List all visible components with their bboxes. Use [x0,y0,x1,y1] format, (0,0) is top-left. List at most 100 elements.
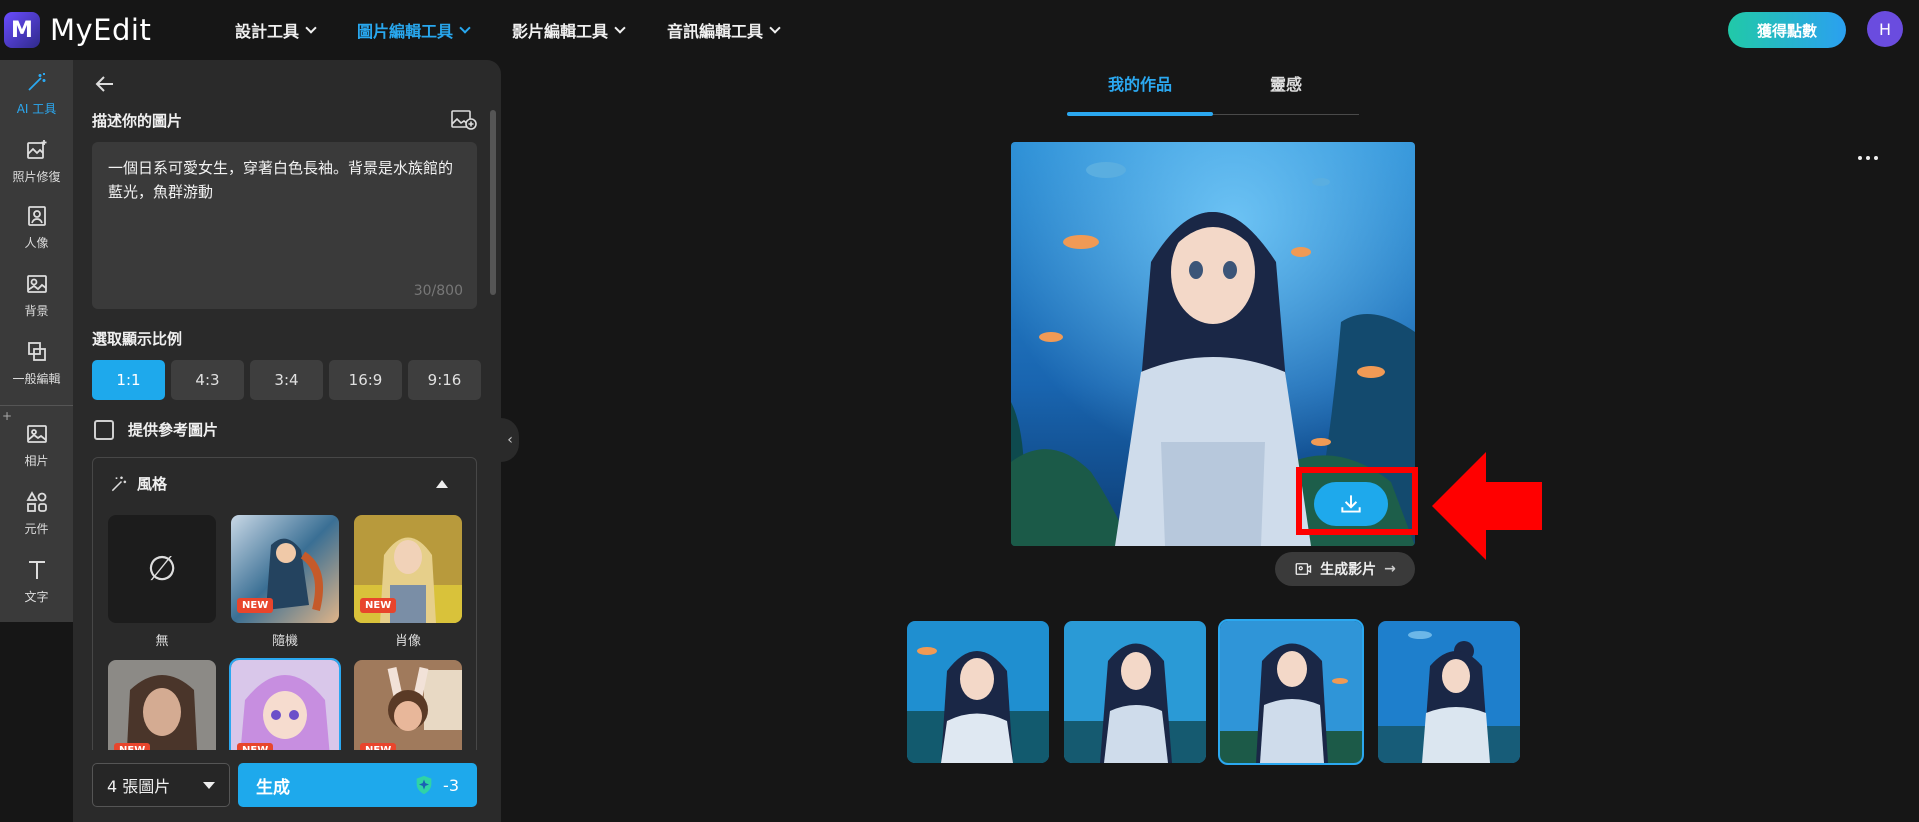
nav-label: 影片編輯工具 [512,22,609,41]
nav-image-tools[interactable]: 圖片編輯工具 [357,18,471,42]
style-label-portrait: 肖像 [394,634,421,649]
chevron-down-icon [769,22,781,34]
thumbnail-image [1378,621,1520,763]
text-icon [28,560,45,579]
nav-video-tools[interactable]: 影片編輯工具 [512,18,626,42]
new-badge: NEW [237,598,274,613]
credit-shield-icon [416,775,432,795]
generate-bar: 4 張圖片 生成 -3 [73,750,501,822]
rail-item-text[interactable]: 文字 [0,548,73,614]
prompt-text: 一個日系可愛女生，穿著白色長袖。背景是水族館的藍光，魚群游動 [108,159,454,201]
photo-icon [26,424,47,443]
style-title: 風格 [137,475,168,493]
rail-label: 一般編輯 [12,371,61,386]
generate-video-button[interactable]: 生成影片 → [1275,552,1415,586]
nav-label: 設計工具 [235,22,300,41]
reference-image-checkbox[interactable] [94,419,114,440]
chevron-down-icon [459,22,471,34]
panel-scrollbar[interactable] [490,110,496,295]
rail-label: 相片 [24,453,49,468]
rail-item-photo-repair[interactable]: 照片修復 [0,128,73,194]
back-arrow-icon[interactable] [93,72,117,96]
thumbnail-image [907,621,1049,763]
thumbnail-image [1220,621,1362,763]
aspect-ratio-group: 1:1 4:3 3:4 16:9 9:16 [92,360,481,400]
style-label-random: 隨機 [271,634,298,649]
nav-audio-tools[interactable]: 音訊編輯工具 [667,18,781,42]
rail-label: AI 工具 [16,101,57,116]
app-name: MyEdit [50,13,152,47]
style-card-none[interactable]: ∅ [108,515,216,623]
character-count: 30/800 [413,283,463,299]
tab-inspiration[interactable]: 靈感 [1213,71,1359,95]
user-avatar[interactable]: H [1867,11,1903,47]
new-badge: NEW [360,598,397,613]
nav-label: 圖片編輯工具 [357,22,454,41]
rail-divider [0,405,73,406]
video-image-icon [1295,563,1312,575]
result-tabs: 我的作品 靈感 [1067,71,1359,116]
crop-icon [27,341,46,361]
collapse-caret-icon[interactable] [436,480,448,488]
result-thumbnail-1[interactable] [907,621,1049,763]
chevron-left-icon: ‹ [507,432,513,448]
arrow-right-icon: → [1384,561,1396,577]
image-upload-icon[interactable] [451,109,477,131]
generate-button[interactable]: 生成 -3 [238,763,477,807]
get-points-button[interactable]: 獲得點數 [1728,12,1846,48]
ratio-3-4-button[interactable]: 3:4 [250,360,323,400]
image-count-select[interactable]: 4 張圖片 [92,763,230,807]
rail-item-ai-tools[interactable]: AI 工具 [0,60,73,126]
ratio-1-1-button[interactable]: 1:1 [92,360,165,400]
style-label-none: 無 [155,634,169,649]
nav-label: 音訊編輯工具 [667,22,764,41]
magic-wand-icon [27,72,45,91]
rail-item-background[interactable]: 背景 [0,262,73,328]
photo-repair-icon [26,139,46,159]
result-thumbnail-2[interactable] [1064,621,1206,763]
ratio-title: 選取顯示比例 [92,330,183,348]
red-arrow-annotation [1432,452,1542,560]
tool-category-rail: AI 工具 照片修復 人像 背景 一般編輯 + 相片 元件 文字 [0,60,73,622]
image-count-value: 4 張圖片 [107,777,171,796]
credit-cost-value: -3 [443,775,459,795]
rail-label: 照片修復 [12,169,61,184]
tab-my-works[interactable]: 我的作品 [1067,71,1213,95]
background-icon [26,274,47,293]
rail-label: 人像 [24,235,49,250]
style-card-portrait[interactable]: NEW [354,515,462,623]
panel-collapse-handle[interactable]: ‹ [501,418,519,462]
rail-item-photos[interactable]: 相片 [0,412,73,478]
ratio-9-16-button[interactable]: 9:16 [408,360,481,400]
portrait-icon [27,205,46,226]
rail-item-elements[interactable]: 元件 [0,480,73,546]
ratio-16-9-button[interactable]: 16:9 [329,360,402,400]
chevron-down-icon [614,22,626,34]
style-card-random[interactable]: NEW [231,515,339,623]
result-thumbnail-3[interactable] [1218,619,1364,765]
magic-wand-icon [111,476,127,491]
rail-item-general-edit[interactable]: 一般編輯 [0,330,73,396]
nav-design-tools[interactable]: 設計工具 [235,18,317,42]
result-thumbnail-4[interactable] [1378,621,1520,763]
ratio-4-3-button[interactable]: 4:3 [171,360,244,400]
myedit-logo-icon: M [4,12,40,48]
style-header[interactable]: 風格 [109,473,167,494]
app-logo[interactable]: M MyEdit [4,12,151,48]
chevron-down-icon [305,22,317,34]
thumbnail-image [1064,621,1206,763]
more-options-icon[interactable] [1858,156,1878,160]
rail-label: 元件 [24,521,49,536]
generate-video-label: 生成影片 [1320,562,1377,578]
rail-label: 背景 [24,303,49,318]
ai-image-generator-panel: 描述你的圖片 一個日系可愛女生，穿著白色長袖。背景是水族館的藍光，魚群游動 30… [73,60,501,822]
download-highlight-annotation [1296,467,1418,535]
rail-item-portrait[interactable]: 人像 [0,194,73,260]
prompt-textarea[interactable]: 一個日系可愛女生，穿著白色長袖。背景是水族館的藍光，魚群游動 30/800 [92,142,477,309]
rail-label: 文字 [24,589,49,604]
shapes-icon [25,490,47,512]
generate-label: 生成 [256,777,290,798]
reference-image-option[interactable]: 提供參考圖片 [94,419,218,440]
credit-cost: -3 [413,774,459,796]
active-tab-indicator [1067,112,1213,116]
